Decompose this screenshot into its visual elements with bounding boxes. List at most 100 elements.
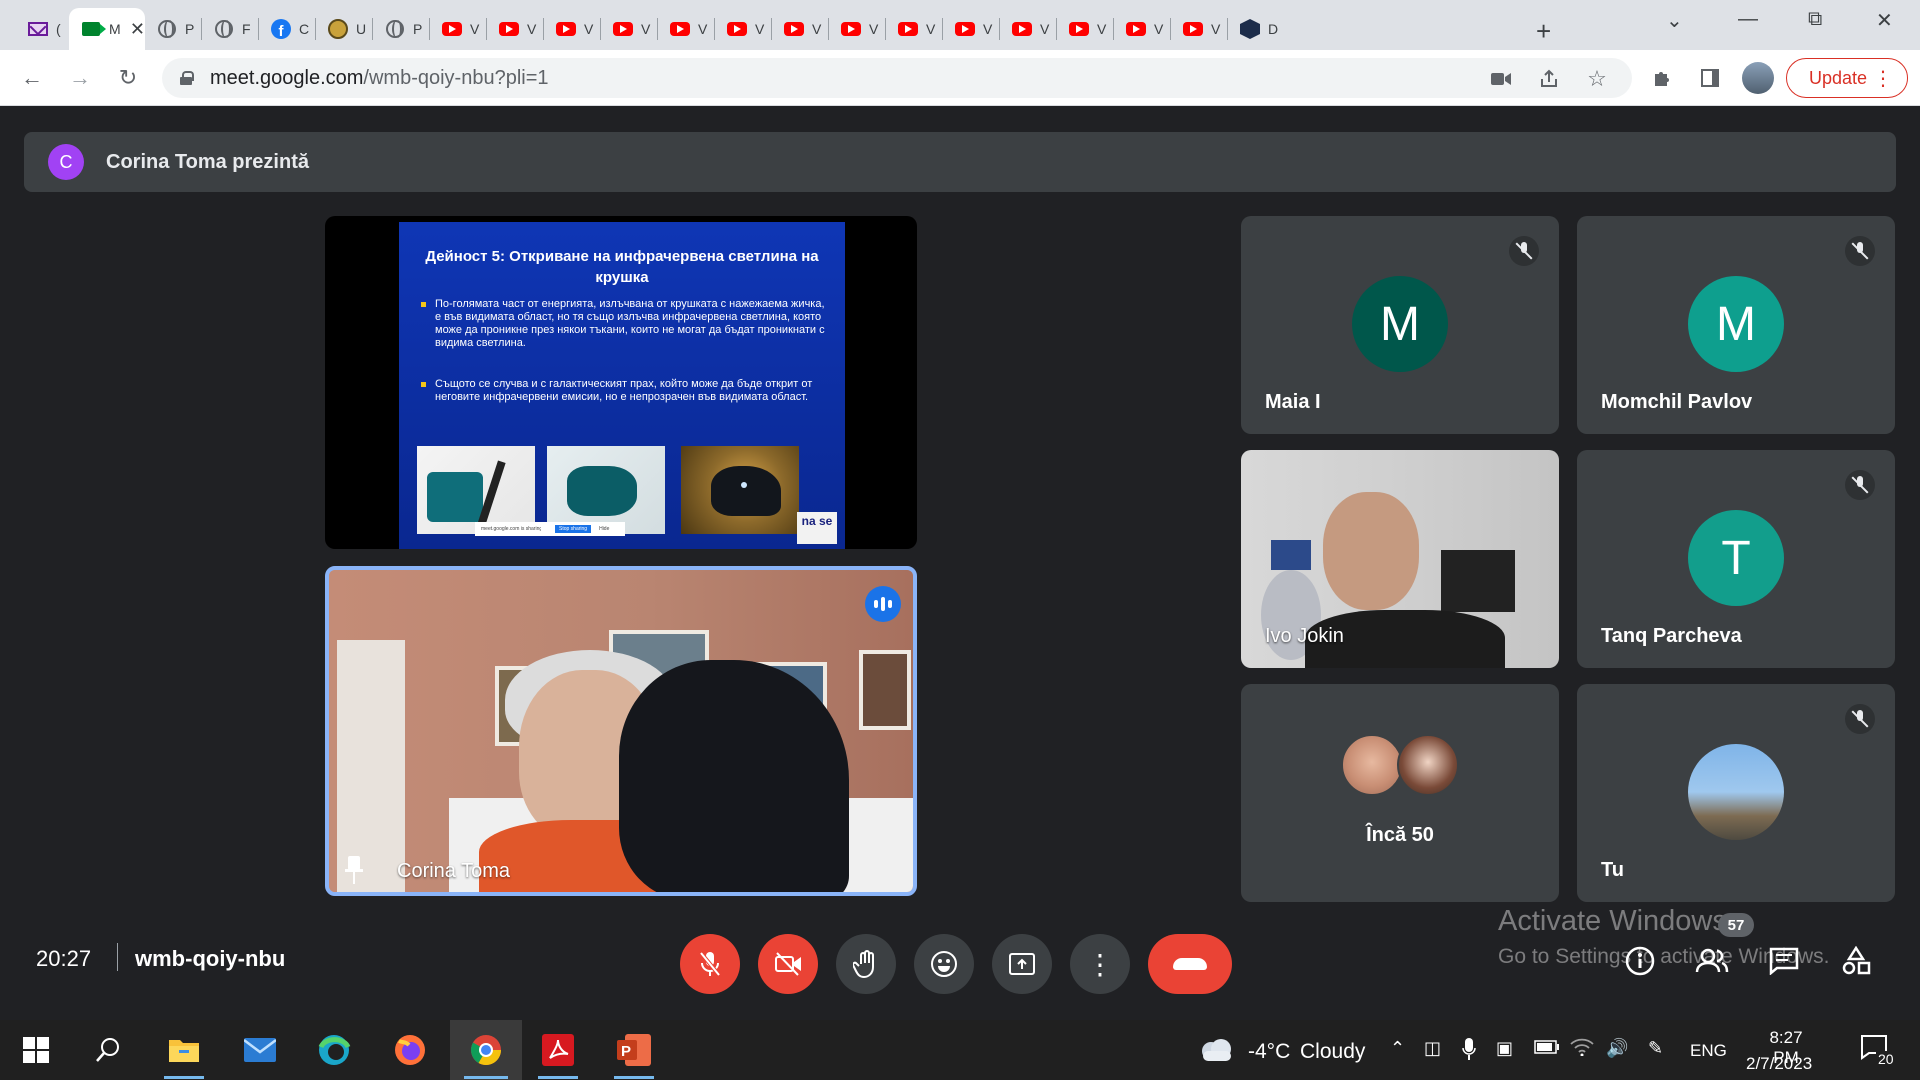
browser-tab[interactable]: V [658,8,715,50]
browser-tab[interactable]: V [544,8,601,50]
edge-icon[interactable] [316,1032,352,1068]
browser-tab[interactable]: fC [259,8,316,50]
present-screen-button[interactable] [992,934,1052,994]
speaker-tile[interactable]: Corina Toma [325,566,917,896]
back-arrow-icon[interactable]: ← [16,62,48,94]
minimize-icon[interactable]: — [1738,8,1758,31]
slide-image-hand [547,446,665,534]
acrobat-icon[interactable] [540,1032,576,1068]
pin-icon[interactable] [345,856,363,884]
volume-icon[interactable]: 🔊 [1606,1038,1628,1059]
end-call-button[interactable] [1148,934,1232,994]
meeting-code[interactable]: wmb-qoiy-nbu [135,946,285,972]
address-bar[interactable]: meet.google.com/wmb-qoiy-nbu?pli=1 ☆ [162,58,1632,98]
browser-tab[interactable]: V [1000,8,1057,50]
reload-icon[interactable]: ↻ [112,62,144,94]
profile-avatar[interactable] [1742,62,1774,94]
tab-search-chevron-icon[interactable]: ⌄ [1666,8,1683,33]
weather-description[interactable]: Cloudy [1300,1040,1365,1064]
browser-tab[interactable]: P [373,8,430,50]
meet-tray-icon[interactable]: ◫ [1424,1038,1441,1059]
camera-icon[interactable] [1490,68,1512,90]
tab-title: F [242,21,251,37]
firefox-icon[interactable] [392,1032,428,1068]
lock-icon[interactable] [180,71,194,85]
participant-tile[interactable]: Încă 50 [1241,684,1559,902]
share-icon[interactable] [1538,68,1560,90]
tab-title: V [1097,21,1107,37]
windows-start-icon[interactable] [18,1032,54,1068]
self-avatar [1688,744,1784,840]
speaker-name: Corina Toma [397,860,511,882]
youtube-icon [841,19,861,39]
browser-tab[interactable]: V [715,8,772,50]
browser-tab[interactable]: M ✕ [69,8,145,50]
browser-tab[interactable]: U [316,8,373,50]
participant-tile[interactable]: Ivo Jokin [1241,450,1559,668]
display-tray-icon[interactable]: ▣ [1496,1038,1513,1059]
mail-icon[interactable] [242,1032,278,1068]
activities-button[interactable] [1836,941,1876,981]
bookmark-star-icon[interactable]: ☆ [1586,66,1608,91]
participant-name: Tu [1601,859,1624,881]
stop-sharing-button[interactable]: Stop sharing [555,525,592,533]
youtube-icon [670,19,690,39]
browser-tab[interactable]: F [202,8,259,50]
browser-tab[interactable]: V [1171,8,1228,50]
url-text[interactable]: meet.google.com/wmb-qoiy-nbu?pli=1 [210,67,549,90]
browser-tab[interactable]: D [1228,8,1285,50]
mic-off-icon [1509,236,1539,266]
browser-tab[interactable]: V [829,8,886,50]
file-explorer-icon[interactable] [166,1032,202,1068]
browser-tab[interactable]: V [886,8,943,50]
participant-tile[interactable]: M Momchil Pavlov [1577,216,1895,434]
update-button[interactable]: Update ⋮ [1786,58,1908,98]
browser-tab[interactable]: V [943,8,1000,50]
browser-tab[interactable]: P [145,8,202,50]
new-tab-button[interactable]: + [1536,10,1551,52]
extensions-puzzle-icon[interactable] [1646,62,1678,94]
browser-tab[interactable]: V [772,8,829,50]
browser-tab[interactable]: V [601,8,658,50]
more-options-button[interactable]: ⋮ [1070,934,1130,994]
pen-tray-icon[interactable]: ✎ [1648,1038,1663,1059]
microphone-tray-icon[interactable] [1462,1038,1476,1065]
tab-title: V [470,21,480,37]
chat-button[interactable] [1764,941,1804,981]
meeting-details-button[interactable] [1620,941,1660,981]
browser-tab[interactable]: V [430,8,487,50]
window-close-icon[interactable]: ✕ [1876,8,1893,33]
reactions-button[interactable] [914,934,974,994]
powerpoint-icon[interactable]: P [616,1032,652,1068]
chrome-icon[interactable] [468,1032,504,1068]
battery-icon[interactable] [1534,1038,1560,1059]
slide-bullet: Същото се случва и с галактическият прах… [421,378,831,404]
wifi-icon[interactable] [1570,1038,1594,1061]
participant-tile[interactable]: T Tanq Parcheva [1577,450,1895,668]
weather-temperature[interactable]: -4°C [1248,1040,1290,1064]
browser-tab[interactable]: V [1114,8,1171,50]
participant-tile[interactable]: M Maia I [1241,216,1559,434]
youtube-icon [898,19,918,39]
tab-close-icon[interactable]: ✕ [130,19,145,40]
tab-title: V [755,21,765,37]
browser-tab[interactable]: V [1057,8,1114,50]
browser-tab[interactable]: V [487,8,544,50]
forward-arrow-icon[interactable]: → [64,62,96,94]
browser-tab[interactable]: ( [16,8,73,50]
side-panel-icon[interactable] [1694,62,1726,94]
language-indicator[interactable]: ENG [1690,1041,1727,1061]
cloud-weather-icon[interactable] [1196,1032,1236,1068]
participant-tile[interactable]: Tu [1577,684,1895,902]
camera-toggle-button[interactable] [758,934,818,994]
youtube-icon [1069,19,1089,39]
mic-toggle-button[interactable] [680,934,740,994]
restore-icon[interactable]: ⧉ [1808,8,1822,31]
clock-date[interactable]: 2/7/2023 [1746,1054,1812,1074]
presentation-tile[interactable]: Дейност 5: Откриване на инфрачервена све… [325,216,917,549]
people-button[interactable] [1692,941,1732,981]
tray-overflow-chevron-icon[interactable]: ⌃ [1390,1038,1405,1059]
raise-hand-button[interactable] [836,934,896,994]
search-icon[interactable] [90,1032,126,1068]
hide-button[interactable]: Hide [599,526,609,532]
